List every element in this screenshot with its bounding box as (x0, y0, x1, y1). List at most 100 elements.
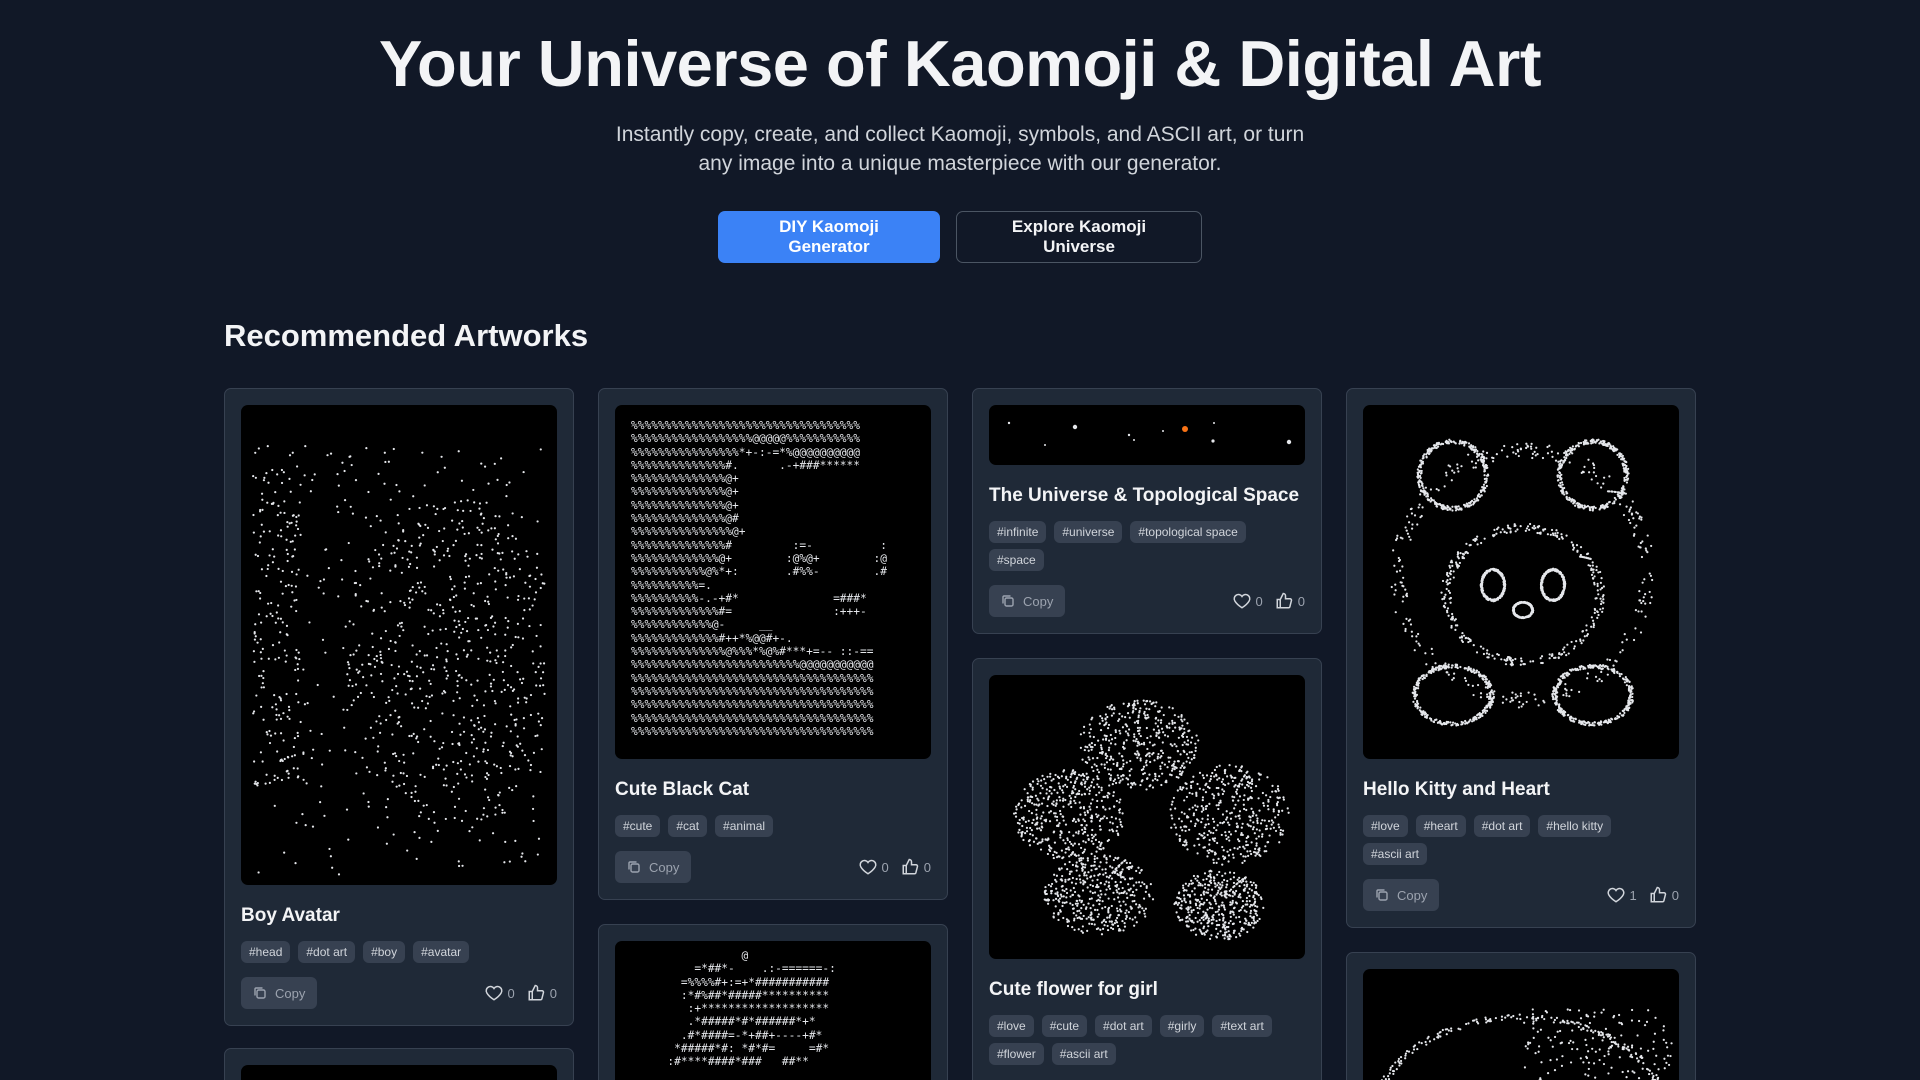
artwork-card[interactable]: The Universe & Topological Space #infini… (972, 388, 1322, 634)
like-button[interactable]: 1 (1607, 886, 1637, 904)
copy-icon (254, 987, 266, 999)
thumbs-up-button[interactable]: 0 (1275, 592, 1305, 610)
like-button[interactable]: 0 (485, 984, 515, 1002)
copy-label: Copy (649, 859, 680, 875)
card-footer: Copy 1 0 (1363, 879, 1679, 911)
thumbs-count: 0 (549, 985, 557, 1001)
thumbs-up-icon (902, 858, 919, 875)
artwork-image-hello-kitty (1363, 405, 1679, 759)
thumbs-up-button[interactable]: 0 (901, 858, 931, 876)
artwork-image-cute-flower (989, 675, 1305, 959)
tag[interactable]: #text art (1212, 1015, 1272, 1037)
card-title: Hello Kitty and Heart (1363, 779, 1550, 800)
copy-button[interactable]: Copy (615, 851, 692, 883)
artwork-card-peek[interactable] (1346, 952, 1696, 1080)
artwork-image (1363, 969, 1679, 1080)
tag[interactable]: #dot art (1473, 815, 1531, 837)
kitty-art-svg (1390, 438, 1654, 727)
heart-icon (1233, 593, 1250, 609)
artwork-card[interactable]: Cute flower for girl #love #cute #dot ar… (972, 658, 1322, 1080)
artwork-image-cute-black-cat: %%%%%%%%%%%%%%%%%%%%%%%%%%%%%%%%%% %%%%%… (615, 405, 931, 759)
copy-button[interactable]: Copy (1363, 879, 1440, 911)
like-count: 0 (507, 985, 515, 1001)
artwork-image (241, 1065, 557, 1080)
copy-label: Copy (1023, 593, 1054, 609)
tag[interactable]: #topological space (1130, 521, 1246, 543)
artwork-card[interactable]: %%%%%%%%%%%%%%%%%%%%%%%%%%%%%%%%%% %%%%%… (598, 388, 948, 900)
starfield-svg (1007, 421, 1292, 446)
artwork-card[interactable]: Hello Kitty and Heart #love #heart #dot … (1346, 388, 1696, 928)
dot-art-svg (252, 445, 546, 876)
card-footer: Copy 0 0 (241, 977, 557, 1009)
flower-art-svg (1012, 699, 1290, 941)
tag[interactable]: #love (1363, 815, 1408, 837)
tag[interactable]: #animal (715, 815, 774, 837)
thumbs-count: 0 (1671, 887, 1679, 903)
tag[interactable]: #universe (1054, 521, 1123, 543)
ascii-art-text: %%%%%%%%%%%%%%%%%%%%%%%%%%%%%%%%%% %%%%%… (631, 419, 887, 738)
explore-universe-button[interactable]: Explore Kaomoji Universe (956, 211, 1202, 263)
thumbs-up-icon (1276, 592, 1293, 609)
tag[interactable]: #infinite (989, 521, 1047, 543)
thumbs-up-button[interactable]: 0 (527, 984, 557, 1002)
card-title: Cute flower for girl (989, 979, 1158, 1000)
like-count: 1 (1629, 887, 1637, 903)
tag[interactable]: #hello kitty (1538, 815, 1612, 837)
artwork-image-universe (989, 405, 1305, 465)
tag-list: #infinite #universe #topological space #… (989, 521, 1305, 571)
like-button[interactable]: 0 (859, 858, 889, 876)
tag[interactable]: #cute (615, 815, 661, 837)
card-title: Boy Avatar (241, 905, 340, 926)
tag-list: #love #cute #dot art #girly #text art #f… (989, 1015, 1305, 1065)
copy-icon (1002, 595, 1014, 607)
artwork-image: @ =*##*- .:-======-: =%%%%#+:=+*########… (615, 941, 931, 1080)
tag-list: #cute #cat #animal (615, 815, 931, 837)
tag[interactable]: #space (989, 549, 1044, 571)
copy-icon (1376, 889, 1388, 901)
ascii-art-text: @ =*##*- .:-======-: =%%%%#+:=+*########… (667, 949, 836, 1069)
tag[interactable]: #ascii art (1051, 1043, 1116, 1065)
tag[interactable]: #dot art (298, 941, 356, 963)
hero-subtitle: Instantly copy, create, and collect Kaom… (615, 123, 1305, 175)
diy-generator-button[interactable]: DIY Kaomoji Generator (718, 211, 940, 263)
tag[interactable]: #cat (668, 815, 708, 837)
tag[interactable]: #cute (1041, 1015, 1088, 1037)
heart-icon (1607, 887, 1624, 903)
heart-icon (485, 985, 502, 1001)
tag-list: #head #dot art #boy #avatar (241, 941, 557, 963)
thumbs-up-icon (528, 984, 545, 1001)
copy-button[interactable]: Copy (241, 977, 318, 1009)
hero-actions: DIY Kaomoji Generator Explore Kaomoji Un… (0, 211, 1920, 263)
tag[interactable]: #boy (363, 941, 406, 963)
like-count: 0 (1255, 593, 1263, 609)
tag[interactable]: #head (241, 941, 291, 963)
hero-title: Your Universe of Kaomoji & Digital Art (379, 27, 1541, 100)
card-stats: 0 0 (859, 858, 931, 876)
tag-list: #love #heart #dot art #hello kitty #asci… (1363, 815, 1679, 865)
copy-button[interactable]: Copy (989, 585, 1066, 617)
card-stats: 0 0 (1233, 592, 1305, 610)
hero: Your Universe of Kaomoji & Digital Art I… (0, 0, 1920, 263)
copy-icon (628, 861, 640, 873)
tag[interactable]: #love (989, 1015, 1034, 1037)
section-title: Recommended Artworks (224, 318, 589, 353)
artwork-image-boy-avatar (241, 405, 557, 885)
artwork-card-peek[interactable]: @ =*##*- .:-======-: =%%%%#+:=+*########… (598, 924, 948, 1080)
tag[interactable]: #ascii art (1363, 843, 1428, 865)
copy-label: Copy (275, 985, 306, 1001)
tag[interactable]: #flower (989, 1043, 1044, 1065)
tag[interactable]: #dot art (1095, 1015, 1152, 1037)
tag[interactable]: #avatar (413, 941, 470, 963)
thumbs-count: 0 (923, 859, 931, 875)
tag[interactable]: #heart (1415, 815, 1466, 837)
card-footer: Copy 0 0 (615, 851, 931, 883)
heart-icon (859, 859, 876, 875)
like-button[interactable]: 0 (1233, 592, 1263, 610)
thumbs-up-icon (1650, 886, 1667, 903)
artwork-card[interactable]: Boy Avatar #head #dot art #boy #avatar C… (224, 388, 574, 1026)
thumbs-up-button[interactable]: 0 (1649, 886, 1679, 904)
artwork-card-peek[interactable] (224, 1048, 574, 1080)
copy-label: Copy (1397, 887, 1428, 903)
tag[interactable]: #girly (1159, 1015, 1205, 1037)
like-count: 0 (881, 859, 889, 875)
